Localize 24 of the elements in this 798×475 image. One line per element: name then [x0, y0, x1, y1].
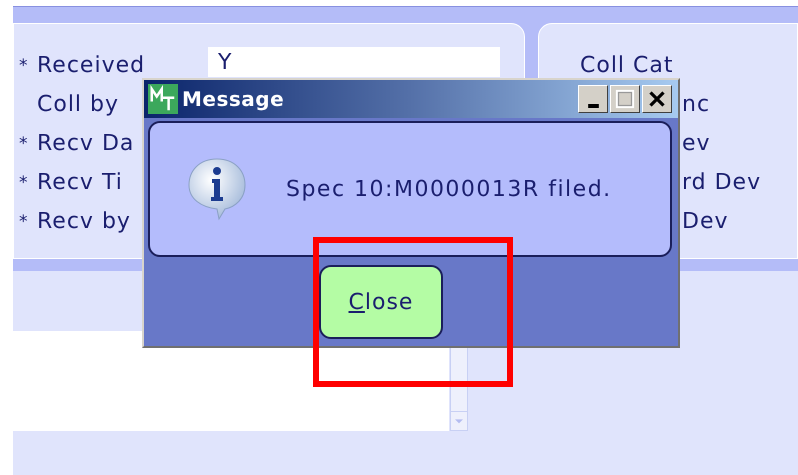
required-mark: * — [19, 212, 28, 232]
minimize-button[interactable] — [578, 85, 608, 113]
input-field[interactable]: Y — [208, 46, 500, 76]
field-label: Recv by — [37, 209, 131, 234]
field-label: Coll by — [37, 92, 120, 117]
field-label: Recv Da — [37, 131, 134, 156]
dialog-title: Message — [182, 87, 284, 111]
field-label: ev — [682, 131, 711, 156]
app-icon — [148, 84, 178, 114]
info-icon — [186, 157, 248, 221]
required-mark: * — [19, 134, 28, 154]
field-label: Recv Ti — [37, 170, 123, 195]
field-label: Received — [37, 53, 146, 78]
minimize-icon — [588, 104, 598, 108]
maximize-button[interactable] — [610, 85, 640, 113]
close-button[interactable] — [642, 85, 672, 113]
required-mark: * — [19, 56, 28, 76]
message-text: Spec 10:M0000013R filed. — [286, 176, 612, 202]
field-label: nc — [682, 92, 710, 117]
required-mark: * — [19, 172, 28, 192]
field-label: Coll Cat — [580, 53, 674, 78]
field-label: Dev — [682, 209, 728, 234]
field-label: rd Dev — [682, 170, 762, 195]
close-button[interactable]: Close — [319, 265, 443, 339]
